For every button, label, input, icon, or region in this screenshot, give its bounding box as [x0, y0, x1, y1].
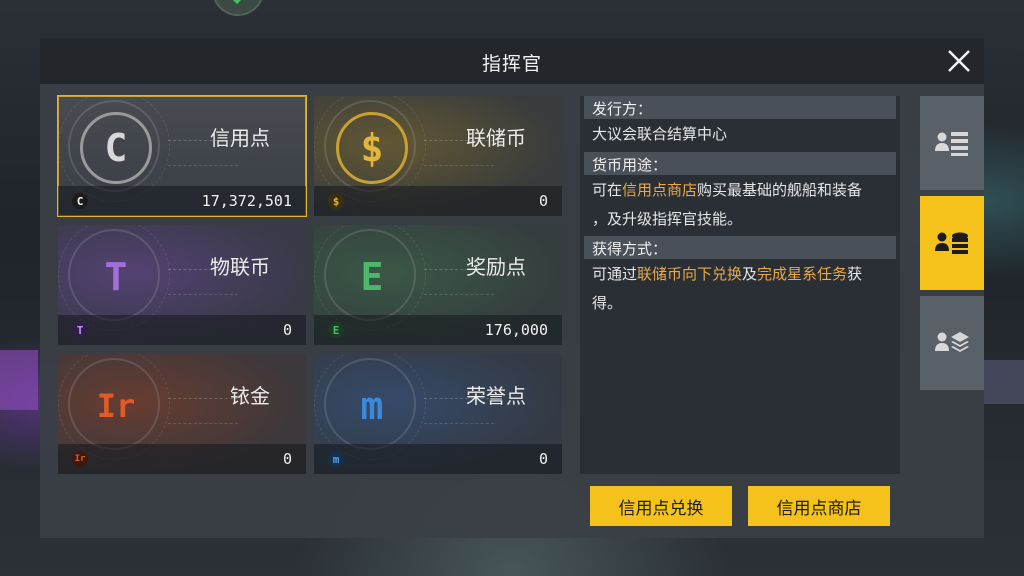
dollar-icon: $: [336, 112, 408, 184]
iot-coin-small-icon: T: [72, 322, 88, 338]
obtain-heading: 获得方式：: [584, 236, 896, 259]
currency-card-iot-coin[interactable]: T 物联币 T 0: [58, 225, 306, 345]
fed-coin-exchange-link[interactable]: 联储币向下兑换: [637, 265, 742, 283]
currency-amount: 0: [538, 192, 548, 210]
credit-exchange-button[interactable]: 信用点兑换: [590, 486, 732, 526]
profile-coins-icon: [935, 232, 968, 254]
currency-amount: 0: [282, 321, 292, 339]
close-icon: [948, 50, 970, 72]
card-deco-lines: [168, 398, 238, 424]
currency-amount-bar: $ 0: [314, 186, 562, 216]
currency-info-panel: 发行方： 大议会联合结算中心 货币用途： 可在信用点商店购买最基础的舰船和装备 …: [580, 96, 900, 474]
close-button[interactable]: [942, 44, 976, 78]
currency-name: 联储币: [466, 126, 526, 150]
currency-card-iridium[interactable]: Ir 铱金 Ir 0: [58, 354, 306, 474]
credits-icon: C: [80, 112, 152, 184]
currency-name: 荣誉点: [466, 384, 526, 408]
issuer-heading: 发行方：: [584, 96, 896, 119]
modal-title: 指挥官: [481, 53, 542, 75]
currency-card-fed-coin[interactable]: $ 联储币 $ 0: [314, 96, 562, 216]
reward-points-small-icon: E: [328, 322, 344, 338]
currency-amount-bar: C 17,372,501: [58, 186, 306, 216]
background-sign-left: [0, 350, 38, 410]
galaxy-mission-link[interactable]: 完成星系任务: [757, 265, 847, 283]
iridium-small-icon: Ir: [72, 451, 88, 467]
obtain-text: 可通过联储币向下兑换及完成星系任务获 得。: [592, 260, 892, 318]
currency-card-honor-points[interactable]: m 荣誉点 m 0: [314, 354, 562, 474]
obtain-text-post: 获: [847, 265, 863, 283]
honor-points-icon: m: [360, 384, 384, 428]
currency-amount: 0: [282, 450, 292, 468]
currency-amount: 17,372,501: [201, 192, 292, 210]
usage-text-line2: ，及升级指挥官技能。: [592, 210, 743, 228]
currency-amount-bar: T 0: [58, 315, 306, 345]
modal-header: 指挥官: [40, 38, 984, 84]
honor-points-small-icon: m: [328, 451, 344, 467]
obtain-text-pre: 可通过: [592, 265, 638, 283]
usage-text-post: 购买最基础的舰船和装备: [697, 181, 863, 199]
currency-name: 信用点: [210, 126, 270, 150]
currency-name: 奖励点: [466, 255, 526, 279]
profile-layers-icon: [935, 332, 969, 352]
currency-amount-bar: m 0: [314, 444, 562, 474]
currency-amount-bar: E 176,000: [314, 315, 562, 345]
usage-heading: 货币用途：: [584, 152, 896, 175]
reward-points-icon: E: [360, 255, 384, 299]
currency-card-reward-points[interactable]: E 奖励点 E 176,000: [314, 225, 562, 345]
currency-amount: 176,000: [484, 321, 548, 339]
usage-text-pre: 可在: [592, 181, 623, 199]
currency-name: 物联币: [210, 255, 270, 279]
tab-items[interactable]: [920, 296, 984, 390]
currency-name: 铱金: [230, 384, 270, 408]
currency-amount-bar: Ir 0: [58, 444, 306, 474]
dollar-small-icon: $: [328, 193, 344, 209]
iridium-icon: Ir: [96, 387, 136, 425]
obtain-text-line2: 得。: [592, 294, 623, 312]
credit-shop-button[interactable]: 信用点商店: [748, 486, 890, 526]
tab-profile[interactable]: [920, 96, 984, 190]
iot-coin-icon: T: [104, 255, 128, 299]
obtain-text-mid: 及: [742, 265, 758, 283]
usage-text: 可在信用点商店购买最基础的舰船和装备 ，及升级指挥官技能。: [592, 176, 892, 234]
credits-small-icon: C: [72, 193, 88, 209]
currency-card-credits[interactable]: C 信用点 C 17,372,501: [57, 95, 307, 217]
tab-currency[interactable]: [920, 196, 984, 290]
commander-modal: 指挥官 C 信用点 C 17,372,501 $ 联储币 $ 0 T 物联币 T…: [40, 38, 984, 538]
currency-amount: 0: [538, 450, 548, 468]
background-sign-right: [984, 360, 1024, 404]
profile-list-icon: [935, 132, 968, 156]
issuer-text: 大议会联合结算中心: [592, 125, 728, 143]
credit-shop-link[interactable]: 信用点商店: [622, 181, 697, 199]
